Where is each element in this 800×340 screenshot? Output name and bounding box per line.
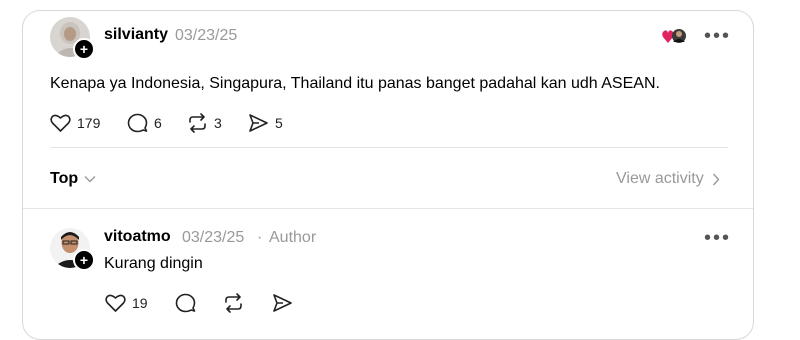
reply-like-button[interactable]: 19 bbox=[105, 293, 148, 313]
sort-dropdown[interactable]: Top bbox=[50, 170, 96, 188]
heart-icon bbox=[50, 114, 71, 132]
post-author-avatar[interactable]: + bbox=[50, 17, 95, 60]
view-activity-label: View activity bbox=[616, 170, 704, 187]
reply-count: 6 bbox=[154, 115, 162, 131]
repost-icon bbox=[189, 113, 206, 133]
sort-label: Top bbox=[50, 170, 79, 187]
follow-plus-icon[interactable]: + bbox=[73, 249, 95, 271]
share-icon bbox=[249, 114, 268, 132]
post-text: Kenapa ya Indonesia, Singapura, Thailand… bbox=[50, 75, 660, 92]
reply-button[interactable]: 6 bbox=[127, 113, 162, 133]
liked-by-indicator[interactable] bbox=[661, 26, 687, 46]
heart-icon bbox=[105, 294, 126, 312]
like-button[interactable]: 179 bbox=[50, 113, 100, 133]
chevron-down-icon bbox=[84, 176, 96, 183]
divider bbox=[50, 147, 728, 148]
post-more-icon[interactable]: ••• bbox=[704, 26, 731, 46]
comment-icon bbox=[175, 293, 196, 313]
author-badge: Author bbox=[269, 229, 317, 246]
reply-username[interactable]: vitoatmo bbox=[104, 228, 171, 246]
meta-separator: · bbox=[257, 229, 263, 246]
follow-plus-icon[interactable]: + bbox=[73, 38, 95, 60]
like-count: 179 bbox=[77, 115, 101, 131]
post-date[interactable]: 03/23/25 bbox=[175, 27, 237, 45]
thread-card: + silvianty 03/23/25 ••• Kenapa ya Indon… bbox=[22, 10, 754, 340]
repost-icon bbox=[225, 293, 242, 313]
section-divider bbox=[23, 208, 753, 209]
post-username[interactable]: silvianty bbox=[104, 26, 168, 44]
reply-like-count: 19 bbox=[132, 295, 148, 311]
repost-count: 3 bbox=[214, 115, 222, 131]
reply-repost-button[interactable] bbox=[223, 293, 244, 313]
reply-author-avatar[interactable]: + bbox=[50, 228, 95, 271]
share-count: 5 bbox=[275, 115, 283, 131]
reply-reply-button[interactable] bbox=[175, 293, 196, 313]
reply-text: Kurang dingin bbox=[104, 255, 203, 272]
reply-share-button[interactable] bbox=[272, 293, 293, 313]
repost-button[interactable]: 3 bbox=[187, 113, 222, 133]
heart-avatar-icon bbox=[662, 29, 686, 43]
view-activity-link[interactable]: View activity bbox=[616, 170, 720, 188]
comment-icon bbox=[127, 113, 148, 133]
share-icon bbox=[273, 294, 292, 312]
reply-date[interactable]: 03/23/25 bbox=[182, 229, 244, 247]
share-button[interactable]: 5 bbox=[248, 113, 283, 133]
reply-more-icon[interactable]: ••• bbox=[704, 228, 731, 248]
chevron-right-icon bbox=[712, 173, 720, 185]
